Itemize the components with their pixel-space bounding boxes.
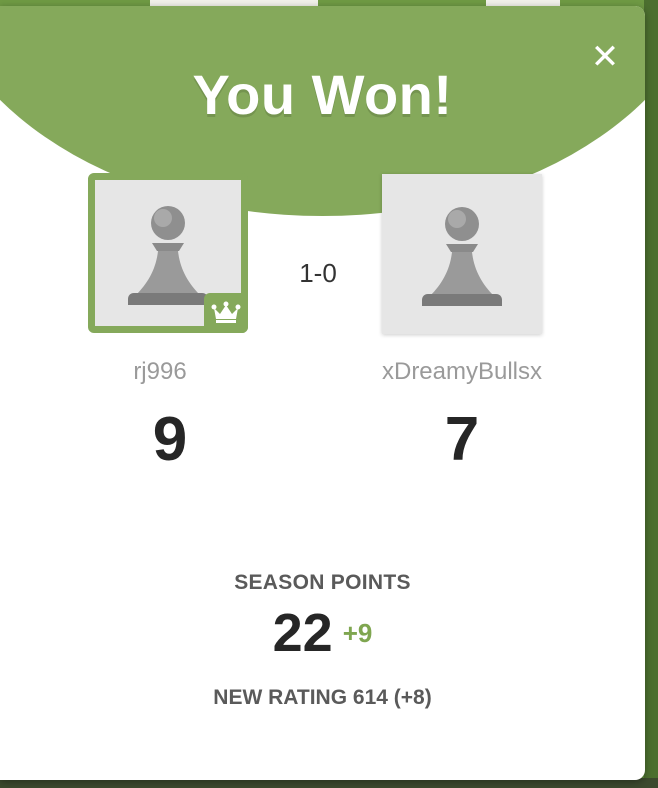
close-icon: ✕	[590, 38, 620, 76]
match-result: 1-0	[299, 258, 337, 288]
season-points-label: SEASON POINTS	[234, 571, 411, 594]
season-points-delta: +9	[342, 617, 373, 648]
player-username[interactable]: rj996	[100, 358, 220, 386]
opponent-avatar[interactable]	[382, 174, 542, 334]
opponent-username[interactable]: xDreamyBullsx	[352, 358, 572, 386]
season-points-row: 22 +9	[0, 602, 645, 664]
game-over-modal: You Won! ✕ 1-0 rj996 xDreamyBullsx 9 7 S…	[0, 6, 645, 780]
opponent-points: 7	[444, 405, 480, 474]
new-rating: NEW RATING 614 (+8)	[213, 686, 432, 709]
background-board-right	[644, 0, 658, 788]
pawn-icon	[422, 207, 502, 306]
winner-badge	[204, 293, 248, 333]
season-points-value: 22	[272, 603, 333, 663]
player-points: 9	[152, 405, 188, 474]
crown-icon	[211, 301, 241, 323]
result-title: You Won!	[192, 63, 453, 126]
player-avatar[interactable]	[88, 173, 248, 333]
close-button[interactable]: ✕	[588, 40, 622, 74]
